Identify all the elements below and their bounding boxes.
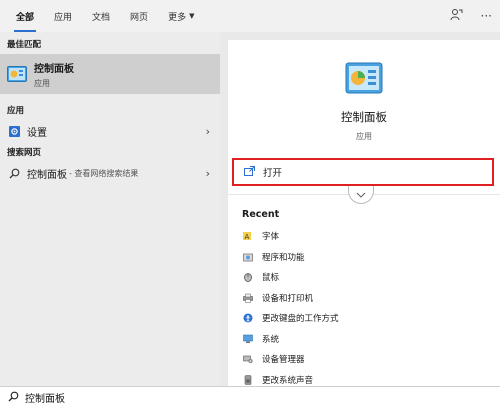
search-tab-bar: 全部 应用 文档 网页 更多 ▼ ··· xyxy=(0,0,500,32)
web-search-item[interactable]: 控制面板 - 查看网络搜索结果 › xyxy=(0,162,220,184)
search-icon xyxy=(7,168,21,179)
tab-more[interactable]: 更多 ▼ xyxy=(162,0,200,32)
search-input[interactable] xyxy=(25,392,325,403)
open-button[interactable]: 打开 xyxy=(232,158,494,186)
chevron-down-icon: ▼ xyxy=(189,12,195,20)
preview-subtitle: 应用 xyxy=(356,132,372,141)
search-bar xyxy=(0,386,500,408)
recent-item-keyboard[interactable]: 更改键盘的工作方式 xyxy=(242,308,492,329)
device-manager-icon xyxy=(242,354,254,364)
tab-all[interactable]: 全部 xyxy=(10,0,40,32)
expand-chevron-icon[interactable] xyxy=(348,186,374,204)
best-match-name: 控制面板 xyxy=(34,63,74,75)
web-search-label: 控制面板 xyxy=(27,169,67,181)
control-panel-icon xyxy=(345,62,383,94)
mouse-icon xyxy=(242,272,254,283)
best-match-type: 应用 xyxy=(34,78,50,88)
open-label: 打开 xyxy=(263,168,283,179)
printer-icon xyxy=(242,293,254,303)
web-heading: 搜索网页 xyxy=(7,148,42,158)
best-match-text: 控制面板 应用 xyxy=(34,60,74,89)
top-actions: ··· xyxy=(450,0,492,32)
search-icon xyxy=(8,391,19,405)
app-item-settings[interactable]: 设置 › xyxy=(0,120,220,142)
tab-documents[interactable]: 文档 xyxy=(86,0,116,32)
best-match-item[interactable]: 控制面板 应用 xyxy=(0,54,220,94)
recent-item-fonts[interactable]: A 字体 xyxy=(242,226,492,247)
best-match-heading: 最佳匹配 xyxy=(7,40,42,50)
tab-apps[interactable]: 应用 xyxy=(48,0,78,32)
recent-item-device-manager[interactable]: 设备管理器 xyxy=(242,349,492,370)
preview-header: 控制面板 应用 xyxy=(228,40,500,142)
chevron-right-icon[interactable]: › xyxy=(206,125,210,138)
system-icon xyxy=(242,334,254,344)
preview-pane: 控制面板 应用 打开 Recent A 字体 程序和功能 鼠标 设备和打印机 更… xyxy=(228,40,500,386)
recent-item-printers[interactable]: 设备和打印机 xyxy=(242,288,492,309)
recent-heading: Recent xyxy=(242,209,280,220)
recent-item-programs[interactable]: 程序和功能 xyxy=(242,247,492,268)
apps-heading: 应用 xyxy=(7,106,25,116)
gear-icon xyxy=(7,125,21,137)
recent-item-system[interactable]: 系统 xyxy=(242,329,492,350)
sound-icon xyxy=(242,374,254,385)
feedback-icon[interactable] xyxy=(450,8,463,24)
recent-item-mouse[interactable]: 鼠标 xyxy=(242,267,492,288)
web-search-hint: - 查看网络搜索结果 xyxy=(69,168,139,178)
open-icon xyxy=(244,165,255,179)
programs-icon xyxy=(242,252,254,262)
tab-web[interactable]: 网页 xyxy=(124,0,154,32)
more-options-icon[interactable]: ··· xyxy=(481,9,492,23)
svg-text:A: A xyxy=(245,233,250,241)
recent-list: A 字体 程序和功能 鼠标 设备和打印机 更改键盘的工作方式 系统 设备管理器 xyxy=(242,226,492,390)
control-panel-icon xyxy=(7,66,27,82)
chevron-right-icon[interactable]: › xyxy=(206,167,210,180)
font-icon: A xyxy=(242,231,254,241)
keyboard-ease-icon xyxy=(242,313,254,323)
preview-title: 控制面板 xyxy=(341,110,387,124)
results-pane: 最佳匹配 控制面板 应用 应用 设置 › 搜索网页 控制面板 - 查看网络搜索结… xyxy=(0,32,220,386)
app-item-label: 设置 xyxy=(27,127,47,139)
